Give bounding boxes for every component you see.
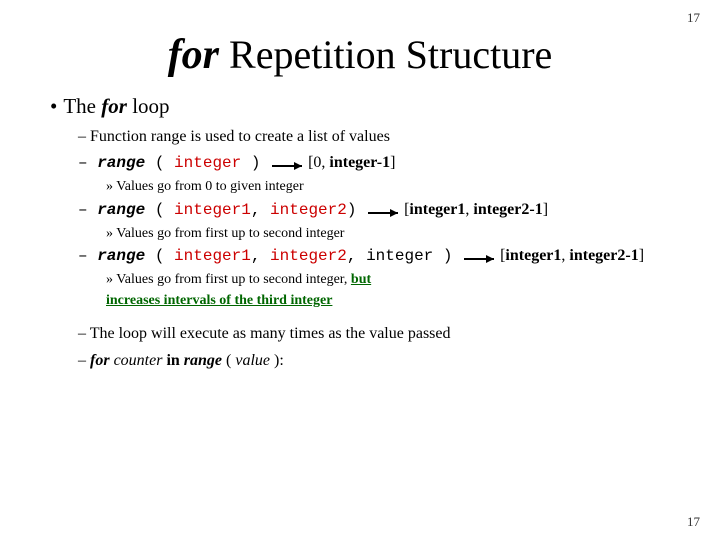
main-bullet: • The for loop xyxy=(50,94,680,119)
function-range-text: – Function range is used to create a lis… xyxy=(78,128,390,145)
range-item-1: – range ( integer ) [0, integer-1] xyxy=(78,151,680,175)
slide: 17 for Repetition Structure • The for lo… xyxy=(0,0,720,540)
bottom-bullet-2: – for counter in range ( value ): xyxy=(78,348,680,374)
bottom-bullet-1-text: – The loop will execute as many times as… xyxy=(78,325,451,342)
range-label-1: – range ( integer ) xyxy=(78,154,270,172)
range-sub-1: » Values go from 0 to given integer xyxy=(106,177,680,197)
range-sub-text-3a: » Values go from first up to second inte… xyxy=(106,272,371,287)
slide-title: for Repetition Structure xyxy=(40,32,680,78)
range-close-3: ) xyxy=(433,247,452,265)
range-int3-3: integer xyxy=(366,247,433,265)
range-dash-2: – xyxy=(78,201,97,219)
range-int1-2: integer1 xyxy=(174,201,251,219)
bottom-bullet-1: – The loop will execute as many times as… xyxy=(78,321,680,347)
result-2-bold1: integer1 xyxy=(409,201,465,218)
result-3-bold1: integer1 xyxy=(505,247,561,264)
range-comma-2: , xyxy=(251,201,270,219)
range-sub-text-1: » Values go from 0 to given integer xyxy=(106,179,304,194)
range-label-2: – range ( integer1, integer2) xyxy=(78,201,366,219)
range-item-2: – range ( integer1, integer2) [integer1,… xyxy=(78,198,680,222)
function-range-header: – Function range is used to create a lis… xyxy=(78,125,680,149)
main-bullet-text: The for loop xyxy=(63,94,169,119)
bottom-bullet-2-in: in xyxy=(162,352,183,369)
arrow-2 xyxy=(368,212,398,214)
range-close-2: ) xyxy=(347,201,357,219)
title-for-word: for xyxy=(168,32,219,78)
bottom-bullet-2-counter: counter xyxy=(114,352,163,369)
range-label-3: – range ( integer1, integer2, integer ) xyxy=(78,247,462,265)
range-keyword-3: range xyxy=(97,247,145,265)
range-comma-3a: , xyxy=(251,247,270,265)
range-sub-text-3b-underline: but xyxy=(351,272,371,287)
range-sub-text-3b: increases intervals of the third integer xyxy=(106,293,332,308)
range-int1-3: integer1 xyxy=(174,247,251,265)
range-close-1: ) xyxy=(241,154,260,172)
bottom-bullet-2-close: ): xyxy=(270,352,284,369)
range-keyword-2: range xyxy=(97,201,145,219)
result-1-bold: integer-1 xyxy=(329,154,390,171)
range-paren-2: ( xyxy=(145,201,174,219)
for-word-inline: for xyxy=(101,94,127,118)
result-1: [0, integer-1] xyxy=(308,154,395,171)
range-comma-3b: , xyxy=(347,247,366,265)
bottom-bullet-2-value: value xyxy=(235,352,270,369)
bottom-bullet-2-for: for xyxy=(90,352,110,369)
range-paren-1: ( xyxy=(145,154,174,172)
range-int-1: integer xyxy=(174,154,241,172)
bottom-bullet-2-paren: ( xyxy=(222,352,235,369)
range-dash-3: – xyxy=(78,247,97,265)
bottom-bullet-2-range: range xyxy=(184,352,222,369)
range-dash-1: – xyxy=(78,154,97,172)
bullet-section: • The for loop – Function range is used … xyxy=(50,94,680,374)
result-3-bold2: integer2-1 xyxy=(569,247,638,264)
bullet-dot: • xyxy=(50,94,57,119)
bottom-bullets: – The loop will execute as many times as… xyxy=(78,321,680,374)
range-sub-2: » Values go from first up to second inte… xyxy=(106,224,680,244)
range-sub-3b: increases intervals of the third integer xyxy=(106,291,680,311)
result-3: [integer1, integer2-1] xyxy=(500,247,644,264)
range-paren-3: ( xyxy=(145,247,174,265)
range-sub-3a: » Values go from first up to second inte… xyxy=(106,270,680,290)
bottom-bullet-2-dash: – xyxy=(78,352,90,369)
range-keyword-1: range xyxy=(97,154,145,172)
range-int2-3: integer2 xyxy=(270,247,347,265)
range-sub-text-2: » Values go from first up to second inte… xyxy=(106,226,344,241)
arrow-1 xyxy=(272,165,302,167)
page-number-bottom: 17 xyxy=(687,514,700,530)
result-2: [integer1, integer2-1] xyxy=(404,201,548,218)
title-rest: Repetition Structure xyxy=(219,32,552,77)
range-item-3: – range ( integer1, integer2, integer ) … xyxy=(78,244,680,268)
result-2-bold2: integer2-1 xyxy=(473,201,542,218)
arrow-3 xyxy=(464,258,494,260)
page-number-top: 17 xyxy=(687,10,700,26)
range-int2-2: integer2 xyxy=(270,201,347,219)
